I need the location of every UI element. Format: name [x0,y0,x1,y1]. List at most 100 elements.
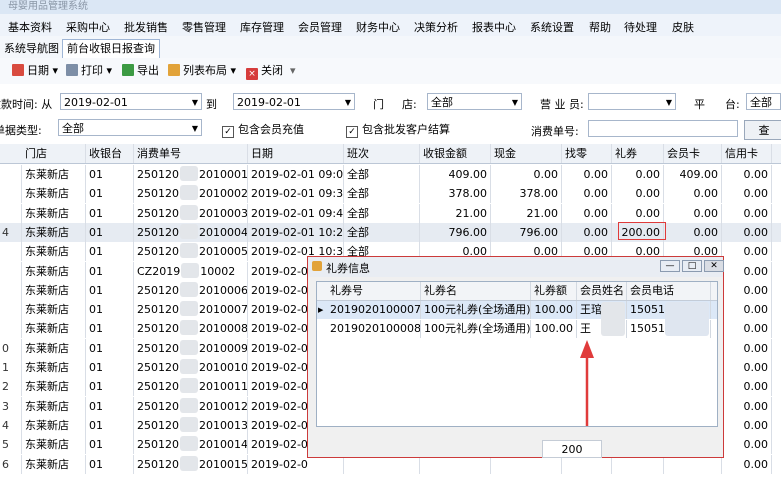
col-amount[interactable]: 收银金额 [420,144,491,163]
cell-credit: 0.00 [722,415,772,435]
redaction-blur [180,359,198,374]
chevron-down-icon: ▼ [191,98,198,107]
redaction-blur [180,455,198,471]
col-store[interactable]: 门店 [22,144,86,163]
col-coupon[interactable]: 礼券 [612,144,664,163]
cell-change: 0.00 [562,165,612,184]
menu-finance[interactable]: 财务中心 [356,19,400,35]
menu-wholesale[interactable]: 批发销售 [124,19,168,35]
cell-shift: 全部 [344,165,420,184]
date-from-field[interactable]: 2019-02-01 ▼ [60,93,202,110]
cell-cash: 378.00 [491,184,562,204]
consume-no-prefix: 250120 [137,457,179,471]
table-row[interactable]: 东莱新店01250120 20100022019-02-01 09:39:12全部… [0,184,781,204]
close-dialog-button[interactable]: ✕ [704,260,724,272]
date-to-field[interactable]: 2019-02-01 ▼ [233,93,355,110]
salesperson-select[interactable]: ▼ [588,93,676,110]
doc-type-select[interactable]: 全部 ▼ [58,119,202,136]
table-row[interactable]: 东莱新店01250120 20100012019-02-01 09:02:16全部… [0,165,781,184]
cell-store: 东莱新店 [22,261,86,281]
menu-bar: 基本资料 采购中心 批发销售 零售管理 库存管理 会员管理 财务中心 决策分析 … [0,14,781,36]
col-change[interactable]: 找零 [562,144,612,163]
consume-no: 250120 2010009 [134,338,248,358]
consume-no: 250120 2010012 [134,396,248,416]
minimize-button[interactable]: — [660,260,680,272]
menu-reports[interactable]: 报表中心 [472,19,516,35]
cell-date: 2019-02-01 09:02:16 [248,165,344,184]
consume-no-suffix: 2010005 [199,245,248,259]
consume-no: 250120 2010004 [134,222,248,242]
table-row[interactable]: 东莱新店01250120 20100032019-02-01 09:40:05全部… [0,203,781,223]
redaction-blur [180,339,198,355]
cell-amount: 378.00 [420,184,491,204]
time-label: 收款时间: 从 [0,98,53,111]
col-date[interactable]: 日期 [248,144,344,163]
menu-skin[interactable]: 皮肤 [672,19,694,35]
cell-credit: 0.00 [722,358,772,377]
cell-credit: 0.00 [722,319,772,339]
query-button[interactable]: 查 [744,120,781,140]
cell-coupon: 0.00 [612,184,664,204]
redaction-blur [180,397,198,413]
member-recharge-checkbox[interactable]: ✓ 包含会员充值 [222,121,304,138]
menu-decision[interactable]: 决策分析 [414,19,458,35]
col-register[interactable]: 收银台 [86,144,134,163]
cell-reg: 01 [86,396,134,416]
cell-reg: 01 [86,300,134,320]
consume-no-suffix: 2010014 [199,438,248,452]
coupon-row[interactable]: 2019020100008 100元礼券(全场通用) 100.00 王 1505… [317,320,717,338]
col-coupon-name[interactable]: 礼券名 [421,282,531,300]
redaction-blur [180,204,198,220]
menu-settings[interactable]: 系统设置 [530,19,574,35]
row-number: 2 [0,377,22,397]
col-credit-card[interactable]: 信用卡 [722,144,772,163]
close-button[interactable]: × 关闭 [246,63,283,80]
cell-store: 东莱新店 [22,415,86,435]
col-cash[interactable]: 现金 [491,144,562,163]
list-layout-button[interactable]: 列表布局 ▾ [168,63,236,79]
menu-members[interactable]: 会员管理 [298,19,342,35]
cell-store: 东莱新店 [22,165,86,184]
wholesale-checkbox[interactable]: ✓ 包含批发客户结算 [346,121,450,138]
cell-cash: 796.00 [491,222,562,242]
col-shift[interactable]: 班次 [344,144,420,163]
print-button[interactable]: 打印 ▾ [66,63,112,79]
cell-amount: 21.00 [420,203,491,223]
chevron-down-icon: ▼ [344,98,351,107]
row-number [0,184,22,204]
date-button[interactable]: 日期 ▾ [12,63,58,79]
menu-pending[interactable]: 待处理 [624,19,657,35]
coupon-row[interactable]: ▶ 2019020100007 100元礼券(全场通用) 100.00 王琯 1… [317,301,717,319]
col-member-card[interactable]: 会员卡 [664,144,722,163]
tab-nav-map[interactable]: 系统导航图 [0,40,63,58]
consume-no-input[interactable] [588,120,738,137]
menu-inventory[interactable]: 库存管理 [240,19,284,35]
col-consume-no[interactable]: 消费单号 [134,144,248,163]
dialog-title-bar: 礼券信息 — □ ✕ [308,257,724,277]
cell-credit: 0.00 [722,165,772,184]
printer-icon [66,64,78,76]
coupon-no: 2019020100008 [327,320,421,338]
menu-basic-data[interactable]: 基本资料 [8,19,52,35]
consume-no-suffix: 2010012 [199,399,248,413]
close-icon: × [246,68,258,80]
menu-retail[interactable]: 零售管理 [182,19,226,35]
redaction-blur [180,301,198,317]
col-coupon-amount[interactable]: 礼券额 [531,282,577,300]
col-member-name[interactable]: 会员姓名 [577,282,627,300]
row-number: 3 [0,396,22,416]
maximize-button[interactable]: □ [682,260,702,272]
menu-help[interactable]: 帮助 [589,19,611,35]
cell-credit: 0.00 [722,222,772,242]
register-select[interactable]: 全部 [746,93,781,110]
consume-no-suffix: 2010009 [199,341,248,355]
col-coupon-no[interactable]: 礼券号 [327,282,421,300]
menu-purchase[interactable]: 采购中心 [66,19,110,35]
cell-date: 2019-02-01 09:39:12 [248,184,344,204]
col-member-phone[interactable]: 会员电话 [627,282,711,300]
store-select[interactable]: 全部 ▼ [427,93,522,110]
row-number [0,261,22,281]
export-button[interactable]: 导出 [122,63,159,79]
toolbar-overflow-button[interactable]: ▾ [290,63,296,79]
tab-daily-report[interactable]: 前台收银日报查询 [62,39,160,58]
